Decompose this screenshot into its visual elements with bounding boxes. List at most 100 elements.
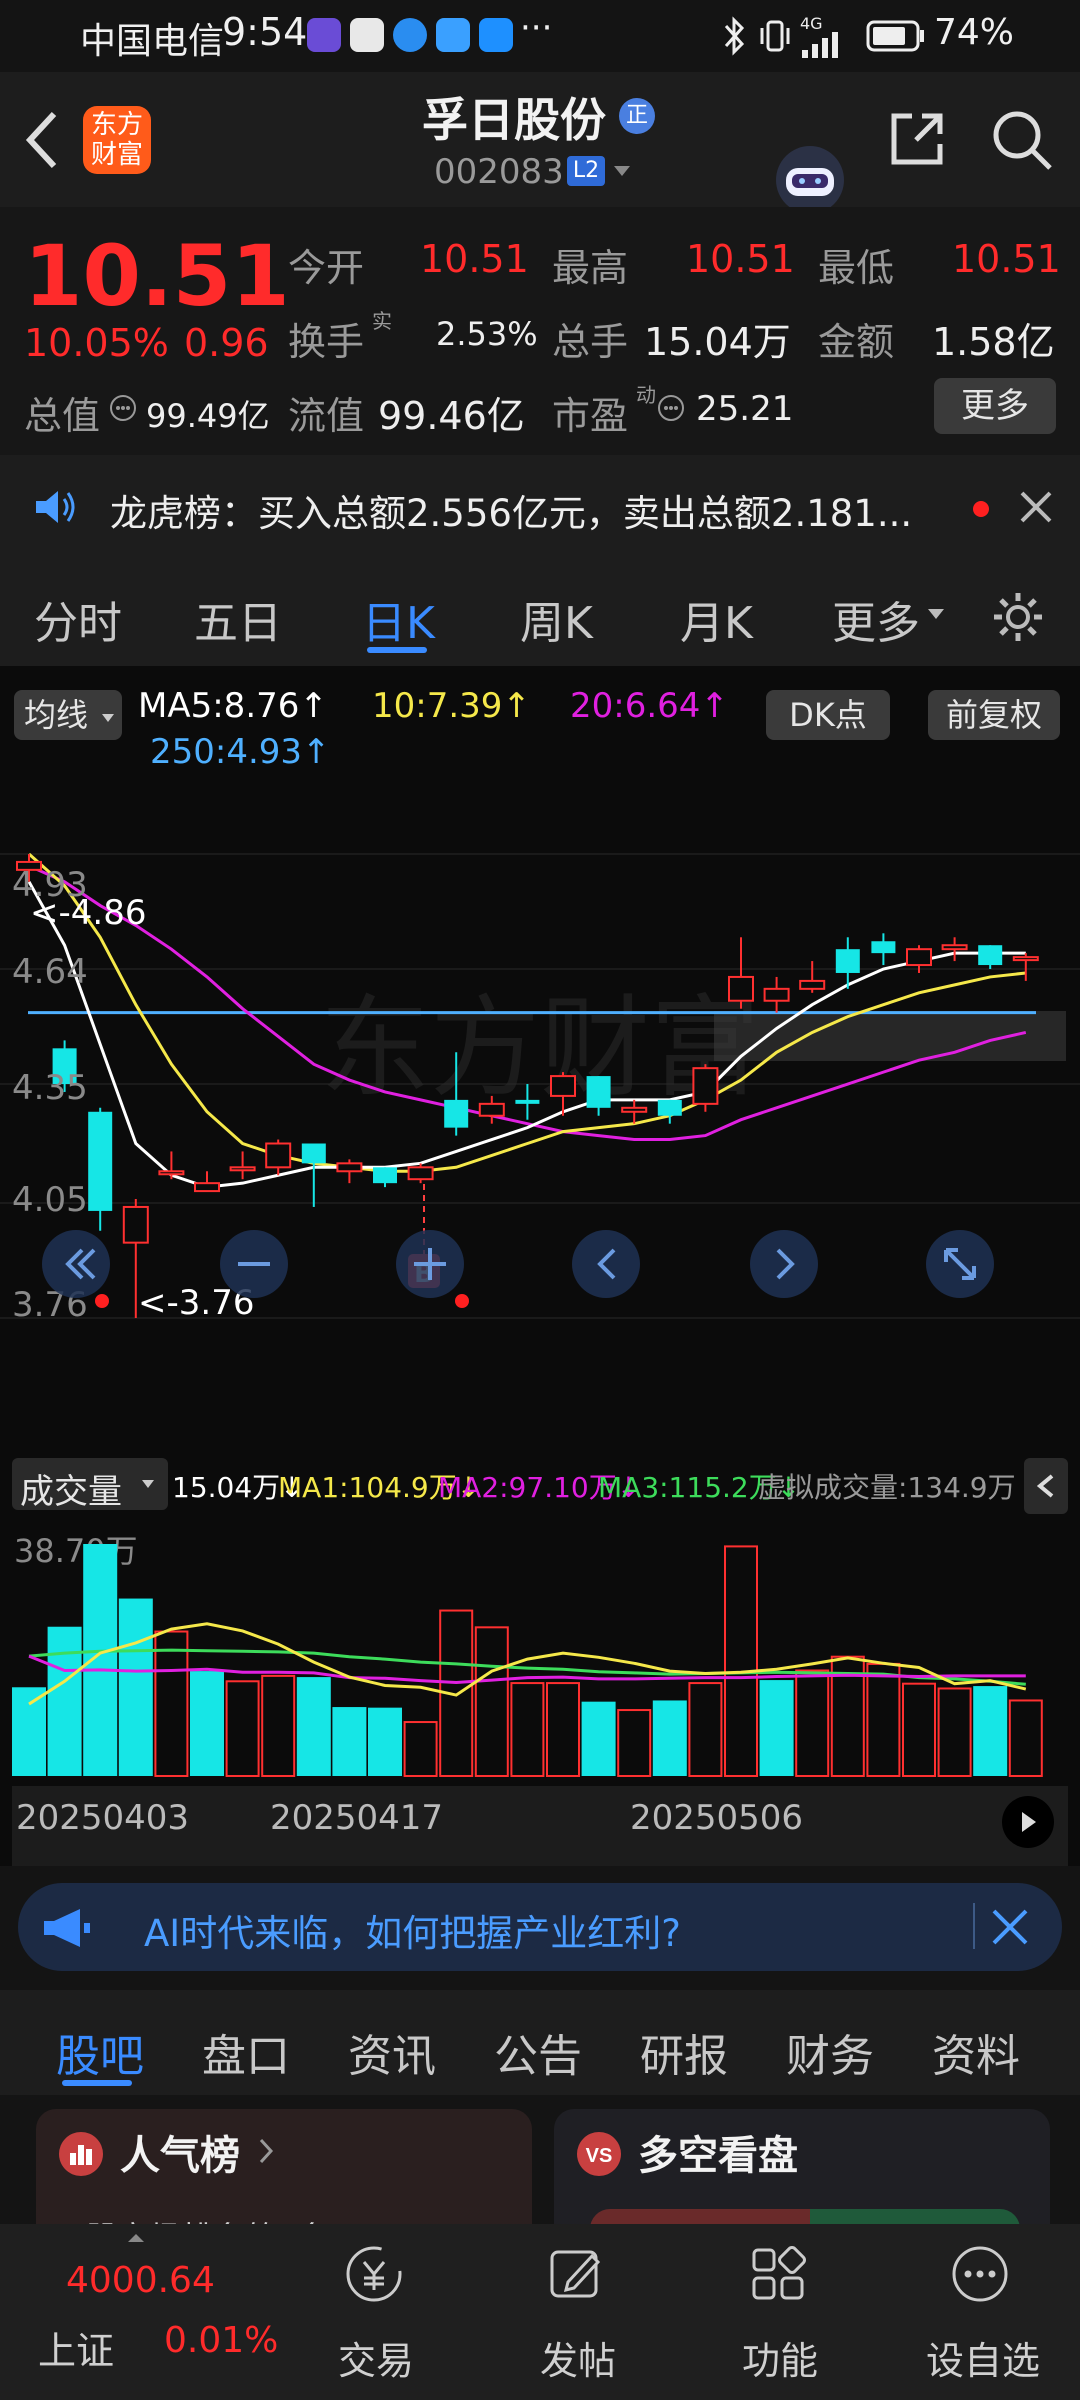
pan-left-button[interactable] xyxy=(572,1230,640,1298)
tab-pankou[interactable]: 盘口 xyxy=(202,2020,290,2084)
tab-daily-k[interactable]: 日K xyxy=(362,587,435,651)
virtual-volume-legend: 虚拟成交量:134.9万 xyxy=(758,1471,1016,1504)
change-percent: 10.05% xyxy=(24,321,169,365)
market-cap-label: 总值 xyxy=(24,394,101,438)
chevron-up-icon xyxy=(128,2234,144,2242)
candle-body xyxy=(586,1076,611,1108)
info-icon[interactable] xyxy=(656,393,686,423)
bluetooth-icon xyxy=(724,16,745,56)
last-price: 10.51 xyxy=(24,227,290,325)
volume-bar xyxy=(225,1680,260,1777)
stock-header: 东方 财富 孚日股份 正 002083 L2 xyxy=(0,72,1080,214)
dragon-tiger-notice[interactable]: 龙虎榜：买入总额2.556亿元，卖出总额2.181... xyxy=(0,455,1080,561)
kline-chart-area[interactable]: 均线 MA5:8.76↑ 10:7.39↑ 20:6.64↑ 250:4.93↑… xyxy=(0,666,1080,1866)
banner-text: AI时代来临，如何把握产业红利? xyxy=(144,1912,681,1955)
y-tick-label: 4.64 xyxy=(12,952,88,992)
period-tabs: 分时 五日 日K 周K 月K 更多 xyxy=(0,561,1080,666)
candle-body xyxy=(158,1170,185,1176)
tab-profile[interactable]: 资料 xyxy=(932,2020,1020,2084)
pe-sup: 动 xyxy=(636,383,656,407)
low-dot xyxy=(95,1294,109,1308)
tab-guba[interactable]: 股吧 xyxy=(56,2020,144,2084)
feature-cards: 人气榜 A股市场排名第1名 VS 多空看盘 xyxy=(0,2095,1080,2225)
tab-finance[interactable]: 财务 xyxy=(786,2020,874,2084)
volume-bar xyxy=(332,1707,367,1776)
tab-announcements[interactable]: 公告 xyxy=(494,2020,582,2084)
popularity-card[interactable]: 人气榜 A股市场排名第1名 xyxy=(36,2109,532,2225)
tab-monthly-k[interactable]: 月K xyxy=(680,587,753,651)
volume-bar xyxy=(866,1662,901,1777)
volume-bar xyxy=(261,1674,296,1777)
back-arrow-icon[interactable] xyxy=(22,110,62,170)
rank-icon xyxy=(59,2132,103,2176)
apps-grid-icon[interactable] xyxy=(748,2244,808,2304)
volume-bar xyxy=(973,1686,1008,1776)
zoom-out-button[interactable] xyxy=(220,1230,288,1298)
tab-news[interactable]: 资讯 xyxy=(348,2020,436,2084)
index-value[interactable]: 4000.64 xyxy=(66,2260,215,2301)
stock-code: 002083 xyxy=(434,152,564,192)
amount-value: 1.58亿 xyxy=(932,320,1055,364)
settings-gear-icon[interactable] xyxy=(990,589,1046,645)
nav-add-watchlist[interactable]: 设自选 xyxy=(926,2330,1040,2385)
status-badge: 正 xyxy=(619,98,655,134)
candle-body xyxy=(871,941,896,954)
high-value: 10.51 xyxy=(686,237,795,281)
candle-body xyxy=(763,987,790,1002)
adjust-forward-button[interactable]: 前复权 xyxy=(928,690,1060,740)
nav-functions[interactable]: 功能 xyxy=(742,2330,818,2385)
info-icon[interactable] xyxy=(108,393,138,423)
bull-bear-card[interactable]: VS 多空看盘 xyxy=(554,2109,1050,2225)
pan-right-button[interactable] xyxy=(750,1230,818,1298)
volume-bar xyxy=(937,1687,972,1777)
index-name[interactable]: 上证 xyxy=(38,2320,114,2375)
zoom-out-fast-button[interactable] xyxy=(42,1230,110,1298)
nav-post[interactable]: 发帖 xyxy=(540,2330,616,2385)
chevron-down-icon[interactable] xyxy=(612,164,632,178)
tab-weekly-k[interactable]: 周K xyxy=(520,587,593,651)
dk-point-button[interactable]: DK点 xyxy=(766,690,890,740)
search-icon[interactable] xyxy=(990,108,1054,172)
ma10-legend: 10:7.39↑ xyxy=(372,686,531,726)
tab-five-day[interactable]: 五日 xyxy=(194,587,282,651)
ai-banner[interactable]: AI时代来临，如何把握产业红利? xyxy=(18,1883,1062,1971)
play-button[interactable] xyxy=(1002,1796,1054,1848)
turnover-value: 2.53% xyxy=(436,315,538,353)
tab-more[interactable]: 更多 xyxy=(832,587,920,651)
volume-bar xyxy=(83,1544,118,1776)
pe-label: 市盈 xyxy=(552,394,629,438)
nav-trade[interactable]: 交易 xyxy=(338,2330,414,2385)
ma5-legend: MA5:8.76↑ xyxy=(138,686,328,726)
compose-icon[interactable] xyxy=(546,2244,606,2304)
zoom-in-button[interactable] xyxy=(396,1230,464,1298)
divider xyxy=(973,1903,975,1949)
fullscreen-button[interactable] xyxy=(926,1230,994,1298)
tab-research[interactable]: 研报 xyxy=(640,2020,728,2084)
more-dots-icon[interactable] xyxy=(950,2244,1010,2304)
volume-bar xyxy=(652,1700,687,1776)
candle-body xyxy=(407,1166,434,1181)
signal-dot xyxy=(455,1294,469,1308)
collapse-panel-button[interactable] xyxy=(1024,1458,1068,1514)
trade-icon[interactable] xyxy=(344,2244,404,2304)
close-icon[interactable] xyxy=(990,1907,1030,1947)
tab-timeshare[interactable]: 分时 xyxy=(34,587,122,651)
status-bar: 中国电信 9:54 ··· 4G 74% xyxy=(0,0,1080,72)
level2-badge[interactable]: L2 xyxy=(567,156,605,186)
index-change[interactable]: 0.01% xyxy=(164,2320,278,2361)
megaphone-icon xyxy=(44,1909,90,1947)
share-icon[interactable] xyxy=(886,108,948,170)
y-tick-label: 4.35 xyxy=(12,1068,88,1108)
carrier-label: 中国电信 xyxy=(80,21,225,62)
volume-indicator-selector[interactable]: 成交量 xyxy=(12,1458,168,1512)
chevron-down-icon xyxy=(928,609,944,619)
brand-logo: 东方 财富 xyxy=(83,106,151,174)
candle-body xyxy=(336,1162,363,1173)
close-icon[interactable] xyxy=(1018,489,1054,525)
more-quote-button[interactable]: 更多 xyxy=(934,378,1056,434)
chat-notification-icon xyxy=(350,18,384,52)
chevron-right-icon xyxy=(259,2138,274,2164)
vibrate-icon xyxy=(760,20,790,52)
volume-svg[interactable] xyxy=(0,1516,1080,1786)
date-tick: 20250403 xyxy=(16,1798,190,1838)
